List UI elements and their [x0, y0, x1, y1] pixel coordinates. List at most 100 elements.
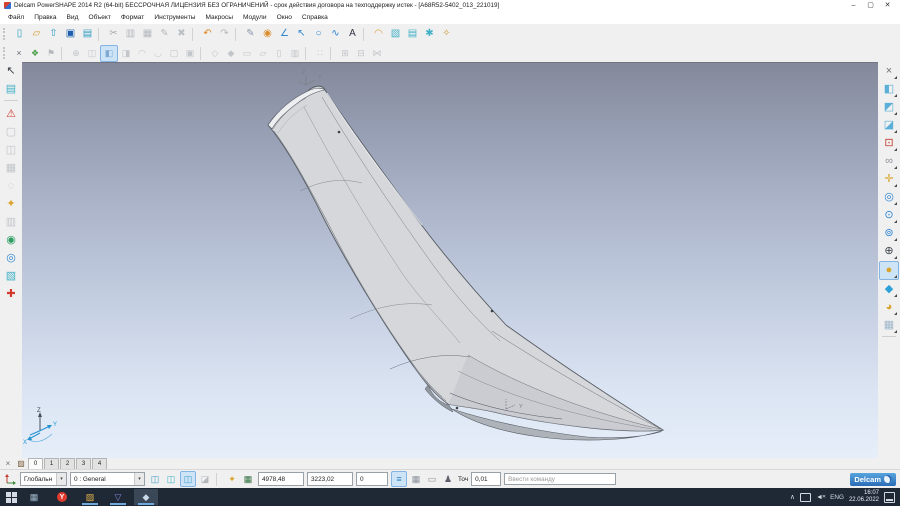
levels-close-icon[interactable]: ×	[2, 459, 14, 470]
zoom-box-icon[interactable]: ⊚	[880, 225, 898, 242]
language-indicator[interactable]: ENG	[830, 494, 844, 501]
iso2-view-icon[interactable]: ◩	[880, 99, 898, 116]
coord-z-field[interactable]: 0	[356, 472, 388, 486]
start-button[interactable]	[5, 491, 18, 504]
maximize-button[interactable]: ▢	[862, 0, 879, 11]
menu-modules[interactable]: Модули	[238, 14, 272, 21]
import-model-icon[interactable]: ⇧	[45, 26, 62, 42]
viewport-canvas[interactable]: Z Y Y Z Y X	[22, 62, 878, 458]
curve-icon[interactable]: ∿	[327, 26, 344, 42]
hidden-icons-button[interactable]: ∧	[790, 493, 795, 501]
levels-palette-icon[interactable]: ▨	[15, 459, 27, 470]
menu-window[interactable]: Окно	[272, 14, 297, 21]
clipboard-gray-icon[interactable]: ◪	[198, 472, 212, 486]
menu-format[interactable]: Формат	[116, 14, 149, 21]
text-icon[interactable]: A	[344, 26, 361, 42]
clock[interactable]: 16:07 22.06.2022	[849, 490, 879, 504]
sketch-pencil-icon[interactable]: ✎	[242, 26, 259, 42]
toolbar-grip[interactable]	[3, 28, 9, 40]
keypad-icon[interactable]: ▭	[425, 472, 439, 486]
taskbar-explorer-icon[interactable]: ▨	[78, 489, 102, 505]
calculator-icon[interactable]: ▦	[409, 472, 423, 486]
taskbar-app-triangle-icon[interactable]: ▽	[106, 489, 130, 505]
taskbar-apps: ▦Y▨▽◆	[22, 489, 158, 505]
taskbar-app-grid-icon[interactable]: ▦	[22, 489, 46, 505]
close-button[interactable]: ✕	[879, 0, 896, 11]
select-cursor-icon[interactable]: ↖	[2, 63, 20, 80]
solid-box-icon[interactable]: ▧	[387, 26, 404, 42]
save-model-icon[interactable]: ▣	[62, 26, 79, 42]
grid-icon[interactable]: ▦	[241, 472, 255, 486]
menu-help[interactable]: Справка	[297, 14, 333, 21]
new-model-icon[interactable]: ▯	[11, 26, 28, 42]
zoom-full-icon[interactable]: ⊙	[880, 207, 898, 224]
dynamic-section-icon[interactable]: ◆	[880, 281, 898, 298]
surface-wizard-icon[interactable]: ◉	[259, 26, 276, 42]
coord-y-field[interactable]: 3223,02	[307, 472, 353, 486]
render-globe-icon[interactable]: ◉	[2, 232, 20, 249]
toolbar-close-icon[interactable]: ×	[11, 46, 27, 61]
enhanced-render-icon[interactable]: ◕	[880, 299, 898, 316]
views-close-icon[interactable]: ×	[880, 63, 898, 80]
tolerance-field[interactable]: 0,01	[471, 472, 501, 486]
clipboard-active-icon[interactable]: ◫	[180, 471, 196, 487]
toolbar-grip[interactable]	[3, 47, 9, 59]
arrow-icon[interactable]: ↖	[293, 26, 310, 42]
model-tree-icon[interactable]: ❖	[27, 46, 43, 61]
wireframe-globe-icon[interactable]: ⊕	[880, 243, 898, 260]
coord-x-field[interactable]: 4978,48	[258, 472, 304, 486]
menu-file[interactable]: Файл	[3, 14, 29, 21]
lasso-select-icon: ▣	[182, 46, 198, 61]
undo-icon[interactable]: ↶	[199, 26, 216, 42]
zoom-cursor-icon[interactable]: ✛	[880, 171, 898, 188]
transparent-view-icon[interactable]: ▦	[880, 317, 898, 334]
zoom-in-icon[interactable]: ◎	[880, 189, 898, 206]
polyline-icon[interactable]: ∠	[276, 26, 293, 42]
clipboard-teal-icon[interactable]: ◫	[164, 472, 178, 486]
warning-icon[interactable]: ⚠	[2, 106, 20, 123]
main-toolbar: ▯▱⇧▣▤✂▥▦✎✖↶↷✎◉∠↖○∿A◠▧▤✱✧	[0, 24, 900, 45]
clipboard-blue-icon[interactable]: ◫	[148, 472, 162, 486]
view-down-icon[interactable]: ⊡	[880, 135, 898, 152]
toolmaker-box-icon[interactable]: ▧	[2, 268, 20, 285]
measure-person-icon[interactable]: ♟	[441, 472, 455, 486]
menu-macros[interactable]: Макросы	[200, 14, 238, 21]
shaded-view-icon[interactable]: ●	[879, 261, 899, 280]
wizard-icon[interactable]: ✧	[438, 26, 455, 42]
print-icon[interactable]: ▤	[79, 26, 96, 42]
taskbar-powershape-icon[interactable]: ◆	[134, 489, 158, 505]
network-icon[interactable]	[800, 493, 811, 502]
iso1-view-icon[interactable]: ◧	[880, 81, 898, 98]
command-input[interactable]	[504, 473, 616, 485]
chevron-down-icon[interactable]: ▾	[134, 473, 144, 485]
taskbar-yandex-icon[interactable]: Y	[50, 489, 74, 505]
surface-swoosh-icon[interactable]: ◠	[370, 26, 387, 42]
workplane-axes-icon[interactable]	[4, 473, 17, 485]
level-select[interactable]: 0 : General ▾	[70, 472, 145, 486]
intelligent-cursor-icon[interactable]: ✦	[225, 472, 239, 486]
inspect-magnifier-icon[interactable]: ◎	[2, 250, 20, 267]
notification-center-icon[interactable]	[884, 492, 895, 503]
feature-box-icon[interactable]: ▤	[404, 26, 421, 42]
arc-icon[interactable]: ○	[310, 26, 327, 42]
chevron-down-icon[interactable]: ▾	[56, 473, 66, 485]
menu-view[interactable]: Вид	[62, 14, 84, 21]
open-model-icon[interactable]: ▱	[28, 26, 45, 42]
surface-point[interactable]	[456, 407, 459, 410]
menu-object[interactable]: Объект	[83, 14, 115, 21]
workplane-books-icon[interactable]: ▤	[2, 81, 20, 98]
surface-point[interactable]	[338, 131, 341, 134]
doctor-box-icon[interactable]: ✚	[2, 286, 20, 303]
iso3-view-icon[interactable]: ◪	[880, 117, 898, 134]
position-list-icon[interactable]: ≡	[391, 471, 407, 487]
workplane-select[interactable]: Глобальн ▾	[20, 472, 67, 486]
volume-muted-icon[interactable]: ◄✕	[816, 494, 825, 501]
select-surface-icon[interactable]: ◧	[100, 45, 118, 62]
surface-point[interactable]	[491, 310, 494, 313]
assembly-gears-icon[interactable]: ✱	[421, 26, 438, 42]
menu-tools[interactable]: Инструменты	[149, 14, 200, 21]
view-spin-icon[interactable]: ∞	[880, 153, 898, 170]
minimize-button[interactable]: –	[845, 0, 862, 11]
menu-edit[interactable]: Правка	[29, 14, 61, 21]
duck-paint-icon[interactable]: ✦	[2, 196, 20, 213]
